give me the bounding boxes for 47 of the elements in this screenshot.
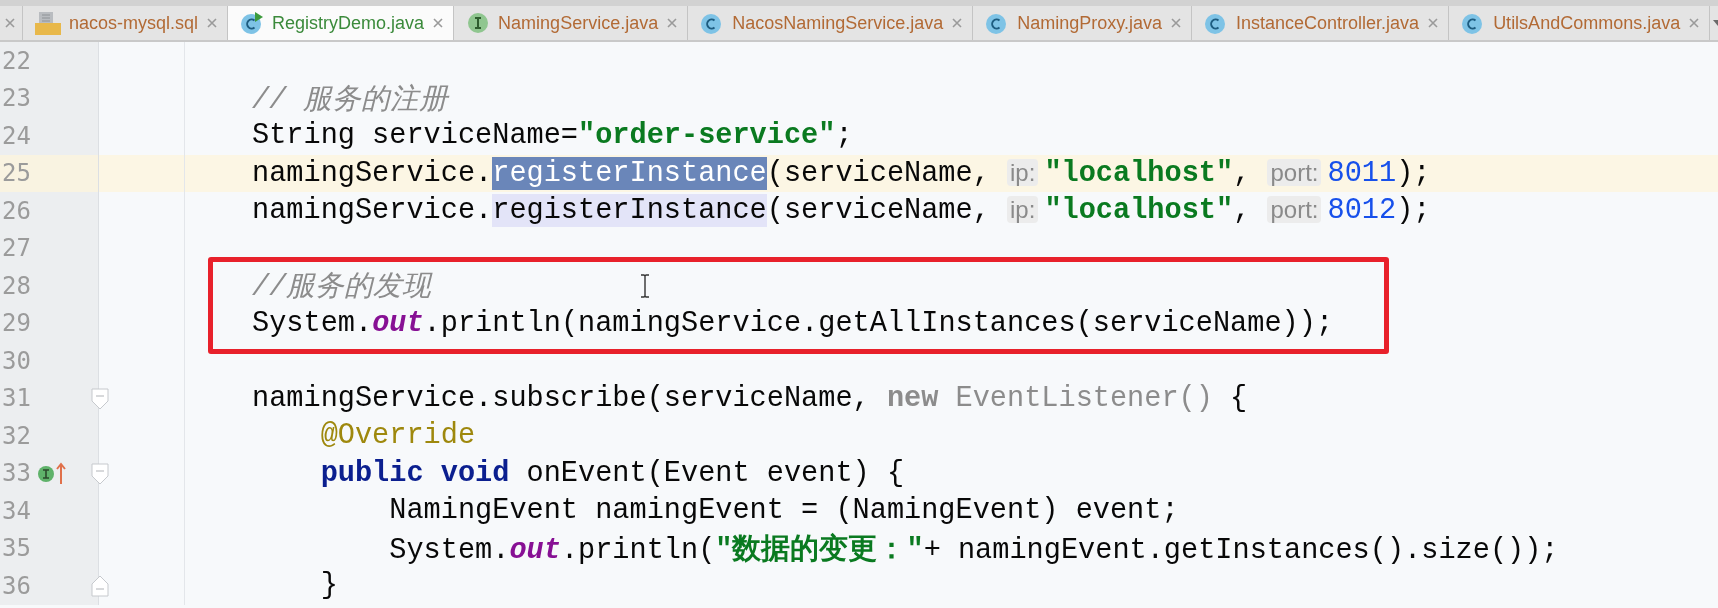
line-number: 24 — [1, 121, 31, 150]
close-icon[interactable] — [1427, 17, 1440, 29]
close-icon[interactable] — [432, 17, 445, 29]
fold-marker-icon[interactable] — [91, 462, 109, 485]
line-number: 28 — [1, 271, 31, 300]
line-number: 23 — [1, 84, 31, 113]
editor-tab[interactable]: nacos-mysql.sql — [23, 6, 229, 40]
code-line: @Override — [319, 419, 476, 453]
line-number: 22 — [1, 46, 31, 75]
line-number: 30 — [1, 346, 31, 375]
close-icon[interactable] — [1170, 17, 1182, 29]
code-line: } — [319, 569, 338, 603]
code-line: public void onEvent(Event event) { — [319, 456, 905, 490]
code-line: NamingEvent namingEvent = (NamingEvent) event; — [388, 494, 1179, 528]
code-line: //服务的发现 — [252, 270, 432, 306]
line-number: 25 — [1, 159, 31, 188]
code-line: String serviceName="order-service"; — [252, 119, 853, 153]
fold-marker-icon[interactable] — [91, 575, 109, 597]
editor-tab[interactable]: InstanceController.java — [1192, 6, 1450, 40]
close-icon[interactable] — [1688, 17, 1701, 29]
code-line: // 服务的注册 — [252, 82, 449, 118]
editor-tab[interactable]: NamingProxy.java — [973, 6, 1192, 40]
implements-marker-icon[interactable] — [37, 461, 67, 486]
code-line: namingService.subscribe(serviceName, new EventListener() { — [252, 381, 1248, 415]
line-number: 35 — [1, 534, 31, 563]
editor-tab[interactable]: UtilsAndCommons.java — [1449, 6, 1711, 40]
editor-tab[interactable]: RegistryDemo.java — [228, 6, 455, 40]
code-line: namingService.registerInstance(serviceName, ip: "localhost", port: 8012); — [252, 194, 1431, 228]
line-number: 31 — [1, 384, 31, 413]
line-number: 33 — [1, 459, 31, 488]
editor-tab[interactable]: NamingService.java — [454, 6, 689, 40]
line-number: 36 — [1, 571, 31, 600]
line-number: 32 — [1, 421, 31, 450]
line-number: 34 — [1, 496, 31, 525]
code-line: System.out.println(namingService.getAllInstances(serviceName)); — [252, 306, 1334, 340]
code-line: namingService.registerInstance(serviceName, ip: "localhost", port: 8011); — [252, 156, 1431, 190]
close-icon[interactable] — [666, 17, 679, 29]
close-icon[interactable] — [206, 17, 219, 29]
line-number: 29 — [1, 309, 31, 338]
close-icon[interactable] — [4, 17, 16, 29]
code-line: System.out.println("数据的变更："+ namingEvent.getInstances().size()); — [388, 532, 1559, 568]
close-icon[interactable] — [951, 17, 964, 29]
line-number: 26 — [1, 196, 31, 225]
text-cursor-icon — [639, 274, 651, 298]
editor-tab[interactable]: NacosNamingService.java — [688, 6, 974, 40]
fold-marker-icon[interactable] — [91, 387, 109, 410]
line-number: 27 — [1, 234, 31, 263]
